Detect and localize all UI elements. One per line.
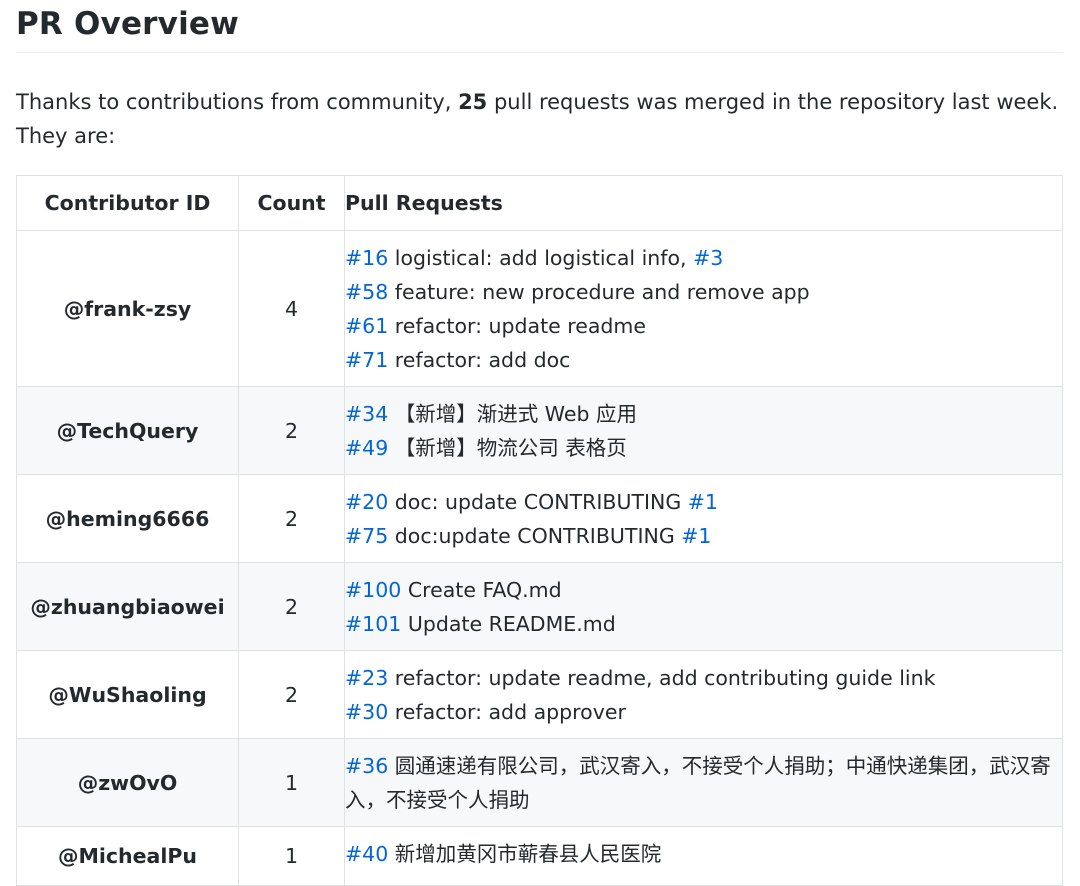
pr-number-link[interactable]: #71 xyxy=(345,348,388,372)
pull-request-item: #71 refactor: add doc xyxy=(345,343,1062,377)
pull-request-list: #16 logistical: add logistical info, #3 #… xyxy=(344,230,1063,387)
pr-number-link[interactable]: #61 xyxy=(345,314,388,338)
contributor-id[interactable]: @frank-zsy xyxy=(16,230,239,387)
pull-request-item: #30 refactor: add approver xyxy=(345,695,1062,729)
page-title: PR Overview xyxy=(16,0,1063,53)
pr-title: refactor: update readme xyxy=(388,313,646,338)
pr-title: 【新增】渐进式 Web 应用 xyxy=(388,401,638,426)
intro-text: Thanks to contributions from community, … xyxy=(16,85,1061,153)
pull-request-list: #100 Create FAQ.md #101 Update README.md xyxy=(344,562,1063,651)
pull-request-item: #20 doc: update CONTRIBUTING #1 xyxy=(345,485,1062,519)
contributor-id[interactable]: @WuShaoling xyxy=(16,650,239,739)
pr-number-link[interactable]: #1 xyxy=(681,524,711,548)
header-contributor-id: Contributor ID xyxy=(16,175,239,231)
pr-title: logistical: add logistical info, xyxy=(388,245,694,270)
pr-table: Contributor ID Count Pull Requests @fran… xyxy=(16,175,1063,886)
pull-request-item: #75 doc:update CONTRIBUTING #1 xyxy=(345,519,1062,553)
pr-number-link[interactable]: #3 xyxy=(693,246,723,270)
pull-request-list: #36 圆通速递有限公司，武汉寄入，不接受个人捐助；中通快递集团，武汉寄入，不接… xyxy=(344,738,1063,827)
pr-count: 2 xyxy=(238,562,345,651)
table-row: @heming6666 2 #20 doc: update CONTRIBUTING… xyxy=(16,474,1063,563)
pr-count: 2 xyxy=(238,386,345,475)
table-row: @MichealPu 1 #40 新增加黄冈市蕲春县人民医院 xyxy=(16,826,1063,886)
pr-count: 2 xyxy=(238,650,345,739)
pr-count: 2 xyxy=(238,474,345,563)
pr-number-link[interactable]: #1 xyxy=(688,490,718,514)
pull-request-list: #40 新增加黄冈市蕲春县人民医院 xyxy=(344,826,1063,886)
merged-count: 25 xyxy=(458,90,488,114)
pr-title: doc: update CONTRIBUTING xyxy=(388,489,688,514)
pr-number-link[interactable]: #36 xyxy=(345,754,388,778)
pull-request-item: #49 【新增】物流公司 表格页 xyxy=(345,431,1062,465)
pr-title: refactor: add approver xyxy=(388,699,626,724)
pr-number-link[interactable]: #101 xyxy=(345,612,401,636)
table-row: @zwOvO 1 #36 圆通速递有限公司，武汉寄入，不接受个人捐助；中通快递集团，… xyxy=(16,738,1063,827)
intro-prefix: Thanks to contributions from community, xyxy=(16,90,459,114)
table-row: @zhuangbiaowei 2 #100 Create FAQ.md #101 Up… xyxy=(16,562,1063,651)
pr-number-link[interactable]: #75 xyxy=(345,524,388,548)
contributor-id[interactable]: @MichealPu xyxy=(16,826,239,886)
table-row: @WuShaoling 2 #23 refactor: update readme,… xyxy=(16,650,1063,739)
contributor-id[interactable]: @TechQuery xyxy=(16,386,239,475)
header-pull-requests: Pull Requests xyxy=(344,175,1063,231)
pr-number-link[interactable]: #30 xyxy=(345,700,388,724)
pull-request-item: #16 logistical: add logistical info, #3 xyxy=(345,241,1062,275)
pr-title: Update README.md xyxy=(401,611,616,636)
pull-request-item: #58 feature: new procedure and remove ap… xyxy=(345,275,1062,309)
pull-request-item: #23 refactor: update readme, add contrib… xyxy=(345,661,1062,695)
pr-count: 4 xyxy=(238,230,345,387)
pull-request-item: #100 Create FAQ.md xyxy=(345,573,1062,607)
pull-request-list: #23 refactor: update readme, add contrib… xyxy=(344,650,1063,739)
pr-title: Create FAQ.md xyxy=(401,577,562,602)
pr-title: 【新增】物流公司 表格页 xyxy=(388,435,627,460)
pr-overview-page: PR Overview Thanks to contributions from… xyxy=(16,0,1063,153)
pr-number-link[interactable]: #16 xyxy=(345,246,388,270)
pull-request-item: #61 refactor: update readme xyxy=(345,309,1062,343)
pr-title: doc:update CONTRIBUTING xyxy=(388,523,682,548)
pull-request-item: #40 新增加黄冈市蕲春县人民医院 xyxy=(345,837,1062,871)
pull-request-item: #101 Update README.md xyxy=(345,607,1062,641)
table-header-row: Contributor ID Count Pull Requests xyxy=(16,175,1063,231)
header-count: Count xyxy=(238,175,345,231)
pr-number-link[interactable]: #34 xyxy=(345,402,388,426)
pr-title: feature: new procedure and remove app xyxy=(388,279,810,304)
pull-request-list: #34 【新增】渐进式 Web 应用 #49 【新增】物流公司 表格页 xyxy=(344,386,1063,475)
pr-number-link[interactable]: #23 xyxy=(345,666,388,690)
contributor-id[interactable]: @zwOvO xyxy=(16,738,239,827)
pr-number-link[interactable]: #100 xyxy=(345,578,401,602)
table-body: @frank-zsy 4 #16 logistical: add logistica… xyxy=(16,230,1063,886)
pull-request-item: #36 圆通速递有限公司，武汉寄入，不接受个人捐助；中通快递集团，武汉寄入，不接… xyxy=(345,749,1062,817)
pull-request-item: #34 【新增】渐进式 Web 应用 xyxy=(345,397,1062,431)
pr-number-link[interactable]: #40 xyxy=(345,842,388,866)
contributor-id[interactable]: @zhuangbiaowei xyxy=(16,562,239,651)
pr-number-link[interactable]: #58 xyxy=(345,280,388,304)
table-row: @frank-zsy 4 #16 logistical: add logistica… xyxy=(16,230,1063,387)
pr-count: 1 xyxy=(238,738,345,827)
pr-title: 新增加黄冈市蕲春县人民医院 xyxy=(388,842,662,866)
pr-number-link[interactable]: #20 xyxy=(345,490,388,514)
contributor-id[interactable]: @heming6666 xyxy=(16,474,239,563)
pull-request-list: #20 doc: update CONTRIBUTING #1 #75 doc:u… xyxy=(344,474,1063,563)
table-row: @TechQuery 2 #34 【新增】渐进式 Web 应用 #49 【新增】物流公… xyxy=(16,386,1063,475)
pr-title: refactor: add doc xyxy=(388,347,571,372)
pr-title: 圆通速递有限公司，武汉寄入，不接受个人捐助；中通快递集团，武汉寄入，不接受个人捐… xyxy=(345,753,1051,812)
pr-title: refactor: update readme, add contributin… xyxy=(388,665,936,690)
pr-number-link[interactable]: #49 xyxy=(345,436,388,460)
pr-count: 1 xyxy=(238,826,345,886)
